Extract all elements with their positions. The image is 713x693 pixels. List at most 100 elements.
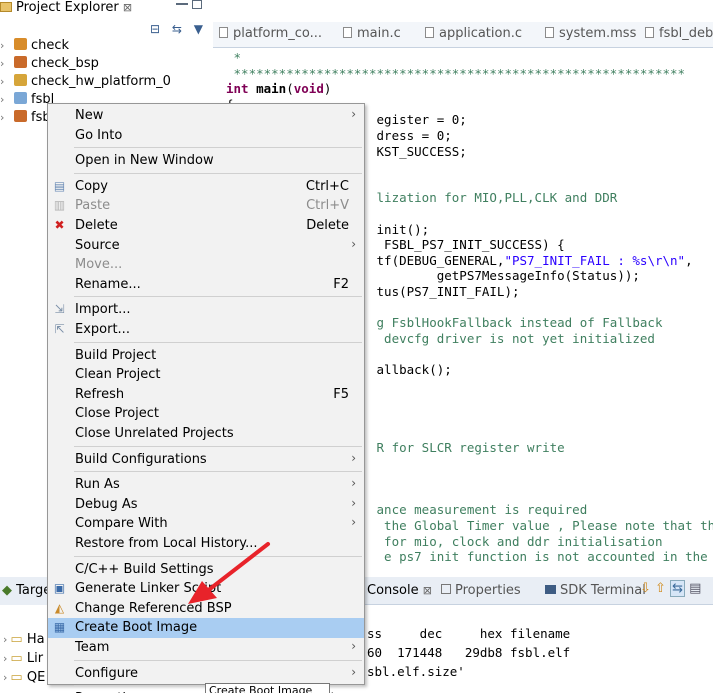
menu-item-build-configurations[interactable]: Build Configurations ›: [48, 450, 364, 470]
menu-item-label: Compare With: [75, 516, 168, 532]
file-icon: [219, 27, 228, 38]
paste-icon: ▥: [53, 198, 66, 213]
folder-icon: ▭: [10, 670, 23, 685]
target-connections-tab[interactable]: ◆ Targe: [0, 577, 48, 605]
menu-item-compare-with[interactable]: Compare With ›: [48, 514, 364, 534]
menu-item-rename[interactable]: Rename... F2: [48, 275, 364, 295]
menu-item-label: Open in New Window: [75, 153, 214, 169]
annotation-arrow: [188, 542, 270, 604]
expand-chevron-icon[interactable]: ›: [0, 93, 14, 106]
menu-item-label: Source: [75, 237, 120, 253]
menu-item-label: Run As: [75, 477, 120, 493]
editor-tab-3[interactable]: system.mss: [545, 26, 636, 41]
file-icon: [645, 27, 654, 38]
tooltip: Create Boot Image: [205, 683, 330, 693]
menu-item-create-boot-image[interactable]: ▦ Create Boot Image: [48, 618, 364, 639]
minimize-icon[interactable]: [176, 2, 188, 5]
submenu-arrow-icon: ›: [351, 107, 356, 121]
menu-item-label: New: [75, 108, 104, 123]
shortcut-label: Delete: [306, 218, 349, 233]
menu-item-refresh[interactable]: Refresh F5: [48, 385, 364, 405]
close-view-icon[interactable]: ⊠: [123, 1, 132, 14]
menu-item-export[interactable]: ⇱ Export...: [48, 320, 364, 340]
tree-item-label: check_hw_platform_0: [31, 74, 171, 89]
submenu-arrow-icon: ›: [351, 476, 356, 491]
delete-icon: ✖: [54, 218, 65, 232]
shortcut-label: F2: [333, 276, 349, 292]
submenu-arrow-icon: ›: [351, 639, 356, 653]
tree-item-0[interactable]: › check: [0, 38, 69, 56]
expand-chevron-icon[interactable]: ›: [0, 111, 14, 124]
editor-tab-1[interactable]: main.c: [343, 26, 401, 41]
target-item-2[interactable]: › ▭ QE: [0, 670, 45, 685]
shortcut-label: Ctrl+V: [306, 198, 349, 214]
tree-item-4[interactable]: › fsb: [0, 110, 51, 128]
tab-console[interactable]: Console ⊠: [367, 583, 432, 598]
expand-chevron-icon[interactable]: ›: [0, 75, 14, 88]
hw-platform-icon: [14, 74, 27, 86]
menu-item-configure[interactable]: Configure ›: [48, 664, 364, 684]
bottom-panel-tabs: Console ⊠ Properties SDK Terminal ⇩ ⇧ ⇆ …: [365, 577, 713, 605]
target-item-1[interactable]: › ▭ Lir: [0, 651, 43, 666]
shortcut-label: F5: [333, 386, 349, 402]
editor-tab-bar: platform_co... main.c application.c system.…: [213, 22, 713, 48]
menu-item-label: Team: [75, 640, 110, 655]
menu-item-run-as[interactable]: Run As ›: [48, 475, 364, 495]
menu-item-label: Debug As: [75, 496, 138, 512]
menu-separator: [74, 296, 362, 298]
menu-item-new[interactable]: New ›: [48, 106, 364, 126]
menu-item-label: Delete: [75, 218, 118, 233]
editor-tab-0[interactable]: platform_co...: [219, 26, 322, 41]
console-toolbar[interactable]: ⇩ ⇧ ⇆ ▤: [640, 580, 701, 597]
console-line: ss dec hex filename: [367, 626, 571, 641]
target-item-0[interactable]: › ▭ Ha: [0, 632, 45, 647]
folder-icon: ▭: [10, 651, 23, 666]
menu-item-team[interactable]: Team ›: [48, 638, 364, 658]
menu-item-build-project[interactable]: Build Project: [48, 346, 364, 366]
menu-item-label: Close Project: [75, 406, 160, 422]
menu-item-label: Close Unrelated Projects: [75, 426, 234, 441]
expand-chevron-icon[interactable]: ›: [0, 57, 14, 70]
menu-item-source[interactable]: Source ›: [48, 236, 364, 256]
menu-item-paste[interactable]: ▥ Paste Ctrl+V: [48, 196, 364, 216]
menu-item-label: Paste: [75, 198, 111, 214]
menu-item-label: Export...: [75, 322, 130, 337]
maximize-icon[interactable]: [192, 0, 202, 9]
tab-properties[interactable]: Properties: [441, 583, 521, 598]
editor-tab-4[interactable]: fsbl_debu: [645, 26, 713, 41]
menu-item-clean-project[interactable]: Clean Project: [48, 365, 364, 385]
menu-separator: [74, 341, 362, 343]
submenu-arrow-icon: ›: [351, 495, 356, 510]
menu-item-import[interactable]: ⇲ Import...: [48, 300, 364, 320]
tree-item-2[interactable]: › check_hw_platform_0: [0, 74, 171, 92]
shortcut-label: Ctrl+C: [305, 178, 349, 194]
menu-item-label: Go Into: [75, 127, 123, 143]
copy-icon: ▤: [53, 178, 66, 193]
menu-item-go-into[interactable]: Go Into: [48, 126, 364, 146]
properties-icon: [441, 584, 451, 594]
menu-item-move[interactable]: Move...: [48, 255, 364, 275]
menu-separator: [74, 147, 362, 149]
menu-item-label: Build Project: [75, 347, 157, 363]
menu-item-debug-as[interactable]: Debug As ›: [48, 495, 364, 515]
c-project-icon: [14, 92, 27, 104]
tree-item-label: check: [31, 38, 70, 53]
expand-chevron-icon[interactable]: ›: [0, 39, 14, 52]
menu-item-delete[interactable]: ✖ Delete Delete: [48, 216, 364, 236]
editor-tab-2[interactable]: application.c: [425, 26, 522, 41]
menu-item-label: Create Boot Image: [75, 620, 198, 636]
menu-item-close-unrelated-projects[interactable]: Close Unrelated Projects: [48, 424, 364, 444]
menu-item-close-project[interactable]: Close Project: [48, 404, 364, 424]
submenu-arrow-icon: ›: [351, 664, 356, 679]
menu-item-copy[interactable]: ▤ Copy Ctrl+C: [48, 177, 364, 197]
import-icon: ⇲: [54, 302, 65, 317]
tab-sdk-terminal[interactable]: SDK Terminal: [545, 583, 646, 598]
tree-item-1[interactable]: › check_bsp: [0, 56, 99, 74]
bsp-icon: ◭: [54, 600, 65, 615]
menu-item-open-in-new-window[interactable]: Open in New Window: [48, 151, 364, 171]
menu-item-label: Copy: [75, 178, 108, 194]
project-explorer-title[interactable]: Project Explorer ⊠: [0, 0, 132, 20]
menu-item-label: Build Configurations: [75, 451, 207, 467]
export-icon: ⇱: [54, 322, 65, 336]
file-icon: [343, 27, 352, 38]
